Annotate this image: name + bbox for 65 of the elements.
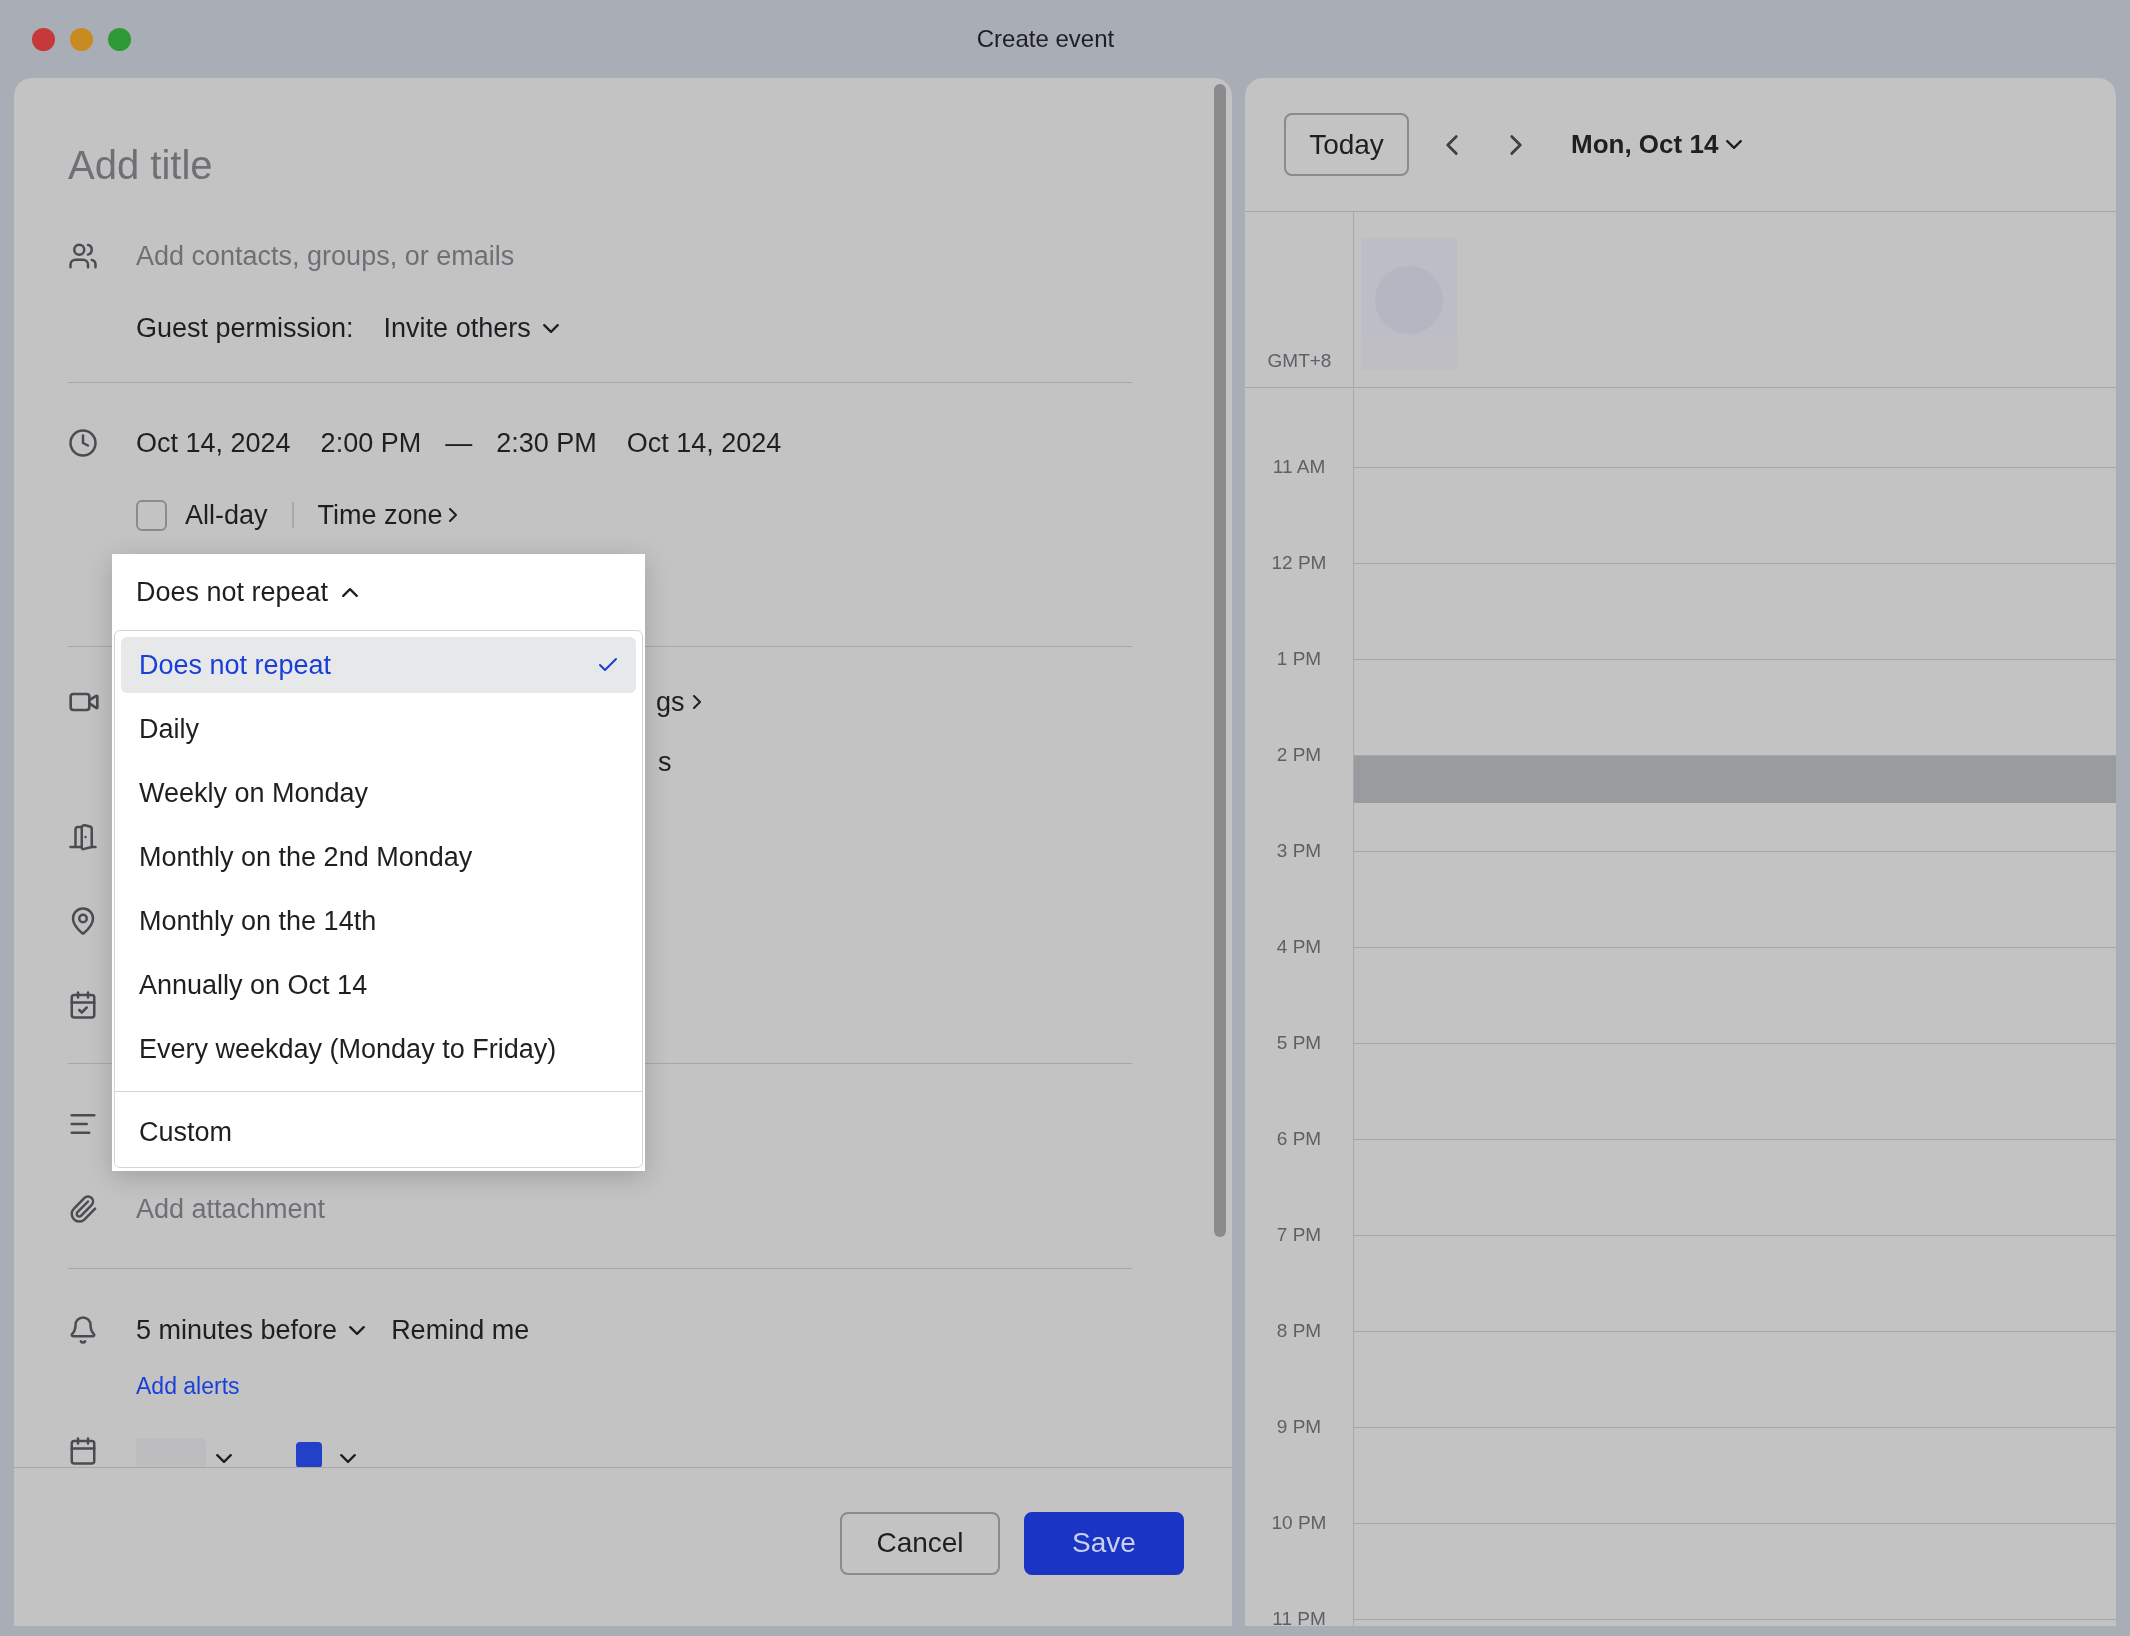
calendar-check-icon xyxy=(68,990,98,1020)
save-button[interactable]: Save xyxy=(1024,1511,1184,1575)
hour-label: 4 PM xyxy=(1276,934,1322,959)
scrollbar-thumb[interactable] xyxy=(1214,84,1226,1237)
alert-time-dropdown[interactable]: 5 minutes before xyxy=(136,1309,366,1351)
repeat-option[interactable]: Does not repeat xyxy=(121,637,636,693)
repeat-option[interactable]: Annually on Oct 14 xyxy=(121,957,636,1013)
chevron-down-icon xyxy=(1726,140,1743,149)
hour-label: 12 PM xyxy=(1271,550,1327,575)
repeat-option[interactable]: Custom xyxy=(115,1091,642,1161)
calendar-select[interactable] xyxy=(136,1438,206,1467)
meeting-settings-link[interactable]: gs xyxy=(656,681,685,723)
guests-icon xyxy=(68,241,98,271)
event-block[interactable] xyxy=(1354,756,2116,803)
hour-label: 10 PM xyxy=(1271,1510,1327,1535)
repeat-option[interactable]: Weekly on Monday xyxy=(121,765,636,821)
bell-icon xyxy=(68,1315,98,1345)
start-date[interactable]: Oct 14, 2024 xyxy=(136,422,291,464)
timezone-label: GMT+8 xyxy=(1267,348,1332,373)
repeat-option[interactable]: Monthly on the 2nd Monday xyxy=(121,829,636,885)
all-day-checkbox[interactable] xyxy=(136,499,167,531)
add-alerts-link[interactable]: Add alerts xyxy=(136,1368,240,1404)
zoom-window-button[interactable] xyxy=(108,27,131,51)
hour-label: 9 PM xyxy=(1276,1414,1322,1439)
window-title: Create event xyxy=(976,24,1115,54)
all-day-label: All-day xyxy=(185,498,268,532)
chevron-down-icon xyxy=(216,1454,232,1463)
time-zone-link[interactable]: Time zone xyxy=(317,494,457,536)
hour-label: 11 AM xyxy=(1272,454,1326,479)
repeat-option[interactable]: Daily xyxy=(121,701,636,757)
repeat-option[interactable]: Monthly on the 14th xyxy=(121,893,636,949)
meeting-option-text: s xyxy=(658,745,672,779)
cancel-button[interactable]: Cancel xyxy=(840,1511,1000,1575)
chevron-right-icon xyxy=(692,695,701,709)
date-picker[interactable]: Mon, Oct 14 xyxy=(1571,125,1743,164)
color-swatch[interactable] xyxy=(296,1442,322,1467)
end-date[interactable]: Oct 14, 2024 xyxy=(626,422,782,464)
repeat-select[interactable]: Does not repeat xyxy=(112,554,645,630)
chevron-right-icon xyxy=(448,508,457,522)
hour-label: 7 PM xyxy=(1276,1222,1322,1247)
hour-label: 2 PM xyxy=(1276,742,1322,767)
chevron-down-icon xyxy=(349,1325,366,1335)
alert-action[interactable]: Remind me xyxy=(391,1309,530,1351)
hour-label: 11 PM xyxy=(1272,1606,1326,1626)
close-window-button[interactable] xyxy=(32,27,55,51)
end-time[interactable]: 2:30 PM xyxy=(496,422,597,464)
time-separator: — xyxy=(445,426,473,460)
start-time[interactable]: 2:00 PM xyxy=(320,422,422,464)
chevron-up-icon xyxy=(342,587,359,597)
guest-permission-label: Guest permission: xyxy=(136,311,354,345)
calendar-icon xyxy=(68,1436,98,1466)
hour-label: 3 PM xyxy=(1276,838,1322,863)
room-icon xyxy=(68,822,98,852)
attachment-icon xyxy=(68,1194,98,1224)
today-button[interactable]: Today xyxy=(1284,113,1409,176)
hour-label: 8 PM xyxy=(1276,1318,1322,1343)
guest-permission-dropdown[interactable]: Invite others xyxy=(383,307,559,349)
repeat-option[interactable]: Every weekday (Monday to Friday) xyxy=(121,1021,636,1077)
clock-icon xyxy=(68,428,98,458)
minimize-window-button[interactable] xyxy=(70,27,93,51)
chevron-down-icon xyxy=(340,1454,356,1463)
hour-label: 6 PM xyxy=(1276,1126,1322,1151)
chevron-down-icon xyxy=(542,323,559,333)
hour-label: 1 PM xyxy=(1276,646,1322,671)
hour-label: 5 PM xyxy=(1276,1030,1322,1055)
